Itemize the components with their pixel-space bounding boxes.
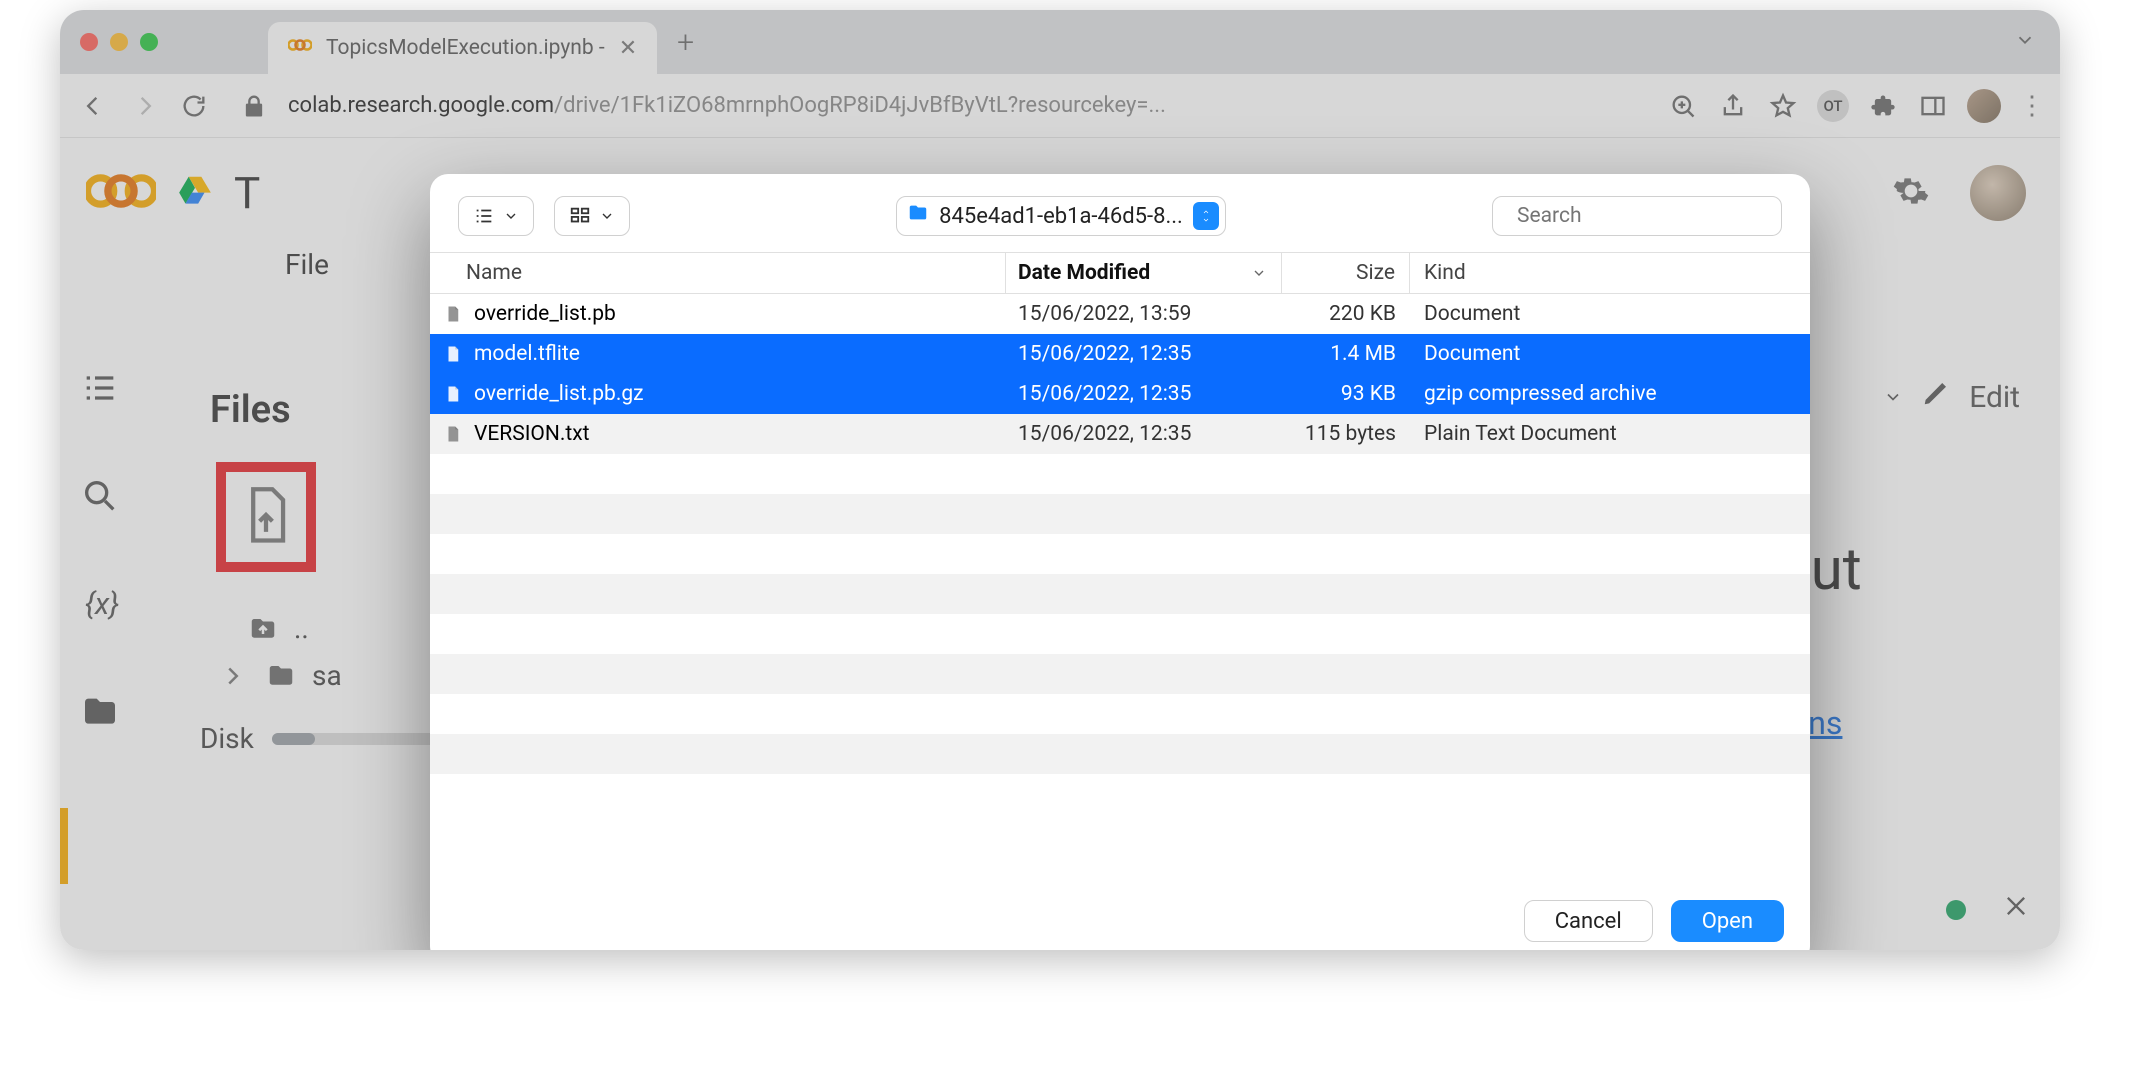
path-stepper-icon[interactable]	[1193, 202, 1219, 230]
col-name[interactable]: Name	[466, 253, 1006, 293]
search-input[interactable]	[1517, 204, 1785, 228]
file-row	[430, 494, 1810, 534]
file-kind: Document	[1410, 302, 1810, 326]
file-size: 1.4 MB	[1282, 342, 1410, 366]
file-icon	[440, 423, 466, 445]
file-size: 93 KB	[1282, 382, 1410, 406]
list-view-button[interactable]	[458, 196, 534, 236]
file-date: 15/06/2022, 12:35	[1006, 382, 1282, 406]
col-size[interactable]: Size	[1282, 253, 1410, 293]
file-row[interactable]: override_list.pb15/06/2022, 13:59220 KBD…	[430, 294, 1810, 334]
file-row	[430, 694, 1810, 734]
file-name: override_list.pb	[474, 302, 1006, 326]
file-date: 15/06/2022, 12:35	[1006, 342, 1282, 366]
file-open-dialog: 845e4ad1-eb1a-46d5-8... Name Date Modifi…	[430, 174, 1810, 950]
file-name: model.tflite	[474, 342, 1006, 366]
file-size: 220 KB	[1282, 302, 1410, 326]
file-name: override_list.pb.gz	[474, 382, 1006, 406]
grid-icon	[569, 205, 591, 227]
file-size: 115 bytes	[1282, 422, 1410, 446]
icon-view-button[interactable]	[554, 196, 630, 236]
folder-path-selector[interactable]: 845e4ad1-eb1a-46d5-8...	[896, 196, 1226, 236]
list-icon	[473, 205, 495, 227]
file-kind: Document	[1410, 342, 1810, 366]
folder-icon	[907, 202, 929, 230]
col-kind[interactable]: Kind	[1410, 253, 1810, 293]
file-row	[430, 734, 1810, 774]
file-row[interactable]: override_list.pb.gz15/06/2022, 12:3593 K…	[430, 374, 1810, 414]
folder-name: 845e4ad1-eb1a-46d5-8...	[939, 204, 1183, 229]
file-row	[430, 614, 1810, 654]
file-kind: Plain Text Document	[1410, 422, 1810, 446]
open-button[interactable]: Open	[1671, 900, 1784, 942]
sort-chevron-icon	[1251, 265, 1267, 281]
chevron-down-icon	[599, 208, 615, 224]
search-field[interactable]	[1492, 196, 1782, 236]
file-row[interactable]: model.tflite15/06/2022, 12:351.4 MBDocum…	[430, 334, 1810, 374]
column-headers: Name Date Modified Size Kind	[430, 252, 1810, 294]
file-list: override_list.pb15/06/2022, 13:59220 KBD…	[430, 294, 1810, 883]
file-kind: gzip compressed archive	[1410, 382, 1810, 406]
file-date: 15/06/2022, 12:35	[1006, 422, 1282, 446]
file-icon	[440, 383, 466, 405]
file-row	[430, 574, 1810, 614]
file-row	[430, 654, 1810, 694]
file-date: 15/06/2022, 13:59	[1006, 302, 1282, 326]
file-row[interactable]: VERSION.txt15/06/2022, 12:35115 bytesPla…	[430, 414, 1810, 454]
file-row	[430, 534, 1810, 574]
chevron-down-icon	[503, 208, 519, 224]
file-icon	[440, 303, 466, 325]
file-row	[430, 454, 1810, 494]
file-icon	[440, 343, 466, 365]
cancel-button[interactable]: Cancel	[1524, 900, 1653, 942]
col-date-modified[interactable]: Date Modified	[1006, 253, 1282, 293]
file-name: VERSION.txt	[474, 422, 1006, 446]
